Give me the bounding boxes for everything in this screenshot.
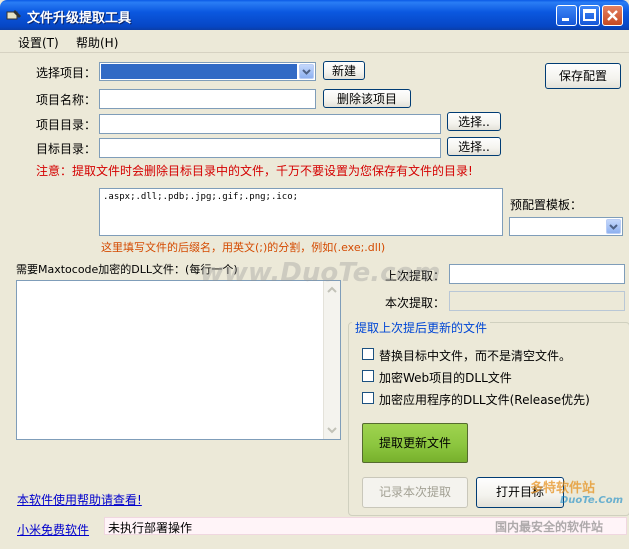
dll-list-scrollbar[interactable]: [323, 281, 340, 439]
watermark-corner-slogan: 国内最安全的软件站: [495, 520, 604, 534]
encrypt-web-dll-checkbox[interactable]: [362, 370, 374, 382]
save-config-button[interactable]: 保存配置: [545, 63, 621, 89]
app-icon: [6, 10, 21, 20]
browse-target-dir-button[interactable]: 选择..: [447, 137, 501, 156]
minimize-button[interactable]: [556, 5, 577, 26]
window-title: 文件升级提取工具: [27, 11, 132, 26]
this-extract-label: 本次提取：: [385, 296, 446, 310]
minimize-icon: [562, 18, 569, 21]
delete-project-button[interactable]: 删除该项目: [323, 89, 411, 108]
watermark-corner-brand: 多特软件站: [530, 481, 596, 496]
encrypt-app-dll-label: 加密应用程序的DLL文件(Release优先): [379, 393, 590, 407]
maximize-icon: [583, 9, 596, 21]
preset-template-label: 预配置模板：: [510, 198, 583, 212]
update-extract-group-title: 提取上次提后更新的文件: [352, 319, 491, 336]
dll-list-textarea[interactable]: [16, 280, 341, 440]
title-bar[interactable]: 文件升级提取工具: [0, 0, 629, 30]
watermark-corner-site: DuoTe.Com: [560, 495, 624, 506]
project-dir-label: 项目目录：: [36, 118, 97, 132]
browse-project-dir-button[interactable]: 选择..: [447, 112, 501, 131]
target-dir-input[interactable]: [99, 138, 441, 158]
encrypt-web-dll-label: 加密Web项目的DLL文件: [379, 371, 512, 385]
new-project-button[interactable]: 新建: [323, 61, 365, 80]
project-select[interactable]: [99, 62, 316, 81]
close-icon: [607, 10, 618, 21]
extensions-textarea[interactable]: .aspx;.dll;.pdb;.jpg;.gif;.png;.ico;: [99, 188, 503, 236]
scroll-down-icon[interactable]: [324, 423, 340, 437]
menu-help[interactable]: 帮助(H): [76, 34, 118, 51]
project-name-label: 项目名称：: [36, 93, 97, 107]
extensions-value: .aspx;.dll;.pdb;.jpg;.gif;.png;.ico;: [103, 192, 299, 202]
project-select-dropdown[interactable]: [299, 64, 314, 79]
select-project-label: 选择项目：: [36, 66, 97, 80]
project-dir-input[interactable]: [99, 114, 441, 134]
record-extract-button: 记录本次提取: [362, 477, 468, 508]
app-window: 文件升级提取工具 设置(T) 帮助(H) 选择项目： 新建 保存配置 项目名称：…: [0, 0, 629, 549]
menu-settings[interactable]: 设置(T): [18, 34, 59, 51]
watermark-main: www.DuoTe.com: [200, 258, 441, 288]
replace-files-label: 替换目标中文件，而不是清空文件。: [379, 349, 572, 363]
close-button[interactable]: [602, 5, 623, 26]
target-dir-label: 目标目录：: [36, 142, 97, 156]
this-extract-input: [449, 291, 625, 311]
help-link[interactable]: 本软件使用帮助请查看!: [17, 491, 142, 508]
chevron-down-icon: [302, 69, 311, 75]
encrypt-app-dll-checkbox[interactable]: [362, 392, 374, 404]
replace-files-checkbox[interactable]: [362, 348, 374, 360]
maximize-button[interactable]: [579, 5, 600, 26]
project-select-highlight: [101, 64, 297, 79]
preset-template-dropdown[interactable]: [606, 219, 621, 234]
free-software-link[interactable]: 小米免费软件: [17, 521, 89, 538]
menu-bar: 设置(T) 帮助(H): [0, 30, 629, 53]
chevron-down-icon: [609, 224, 618, 230]
status-text: 未执行部署操作: [108, 521, 193, 535]
extract-updates-button[interactable]: 提取更新文件: [362, 423, 468, 463]
preset-template-select[interactable]: [509, 217, 623, 236]
extensions-hint: 这里填写文件的后缀名，用英文(;)的分割，例如(.exe;.dll): [101, 241, 386, 254]
last-extract-input[interactable]: [449, 264, 625, 284]
warning-text: 注意：提取文件时会删除目标目录中的文件，千万不要设置为您保存有文件的目录!: [36, 164, 473, 178]
project-name-input[interactable]: [99, 89, 316, 109]
